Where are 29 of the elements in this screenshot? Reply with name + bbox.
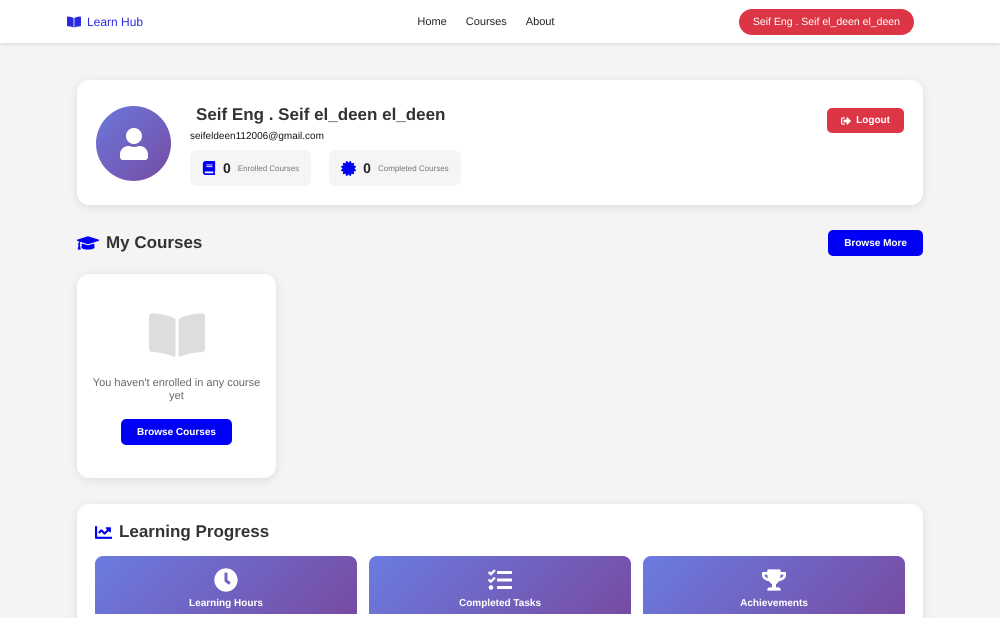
trophy-icon (762, 568, 786, 592)
stat-count: 0 (223, 160, 231, 176)
profile-email: seifeldeen112006@gmail.com (190, 131, 325, 142)
nav-link[interactable]: Home (417, 16, 447, 28)
logout-icon (841, 116, 852, 126)
browse-courses-button[interactable]: Browse Courses (121, 419, 232, 445)
line-chart-icon (95, 524, 112, 540)
stat-label: Completed Courses (378, 164, 449, 172)
browse-more-button[interactable]: Browse More (828, 230, 923, 256)
stat-label: Enrolled Courses (238, 164, 300, 172)
checklist-icon (488, 568, 512, 592)
nav-link[interactable]: About (526, 16, 554, 28)
book-icon (202, 161, 216, 175)
brand-link[interactable]: Learn Hub (67, 14, 144, 28)
section-title: Learning Progress (119, 522, 270, 542)
book-icon (67, 14, 81, 28)
badge-icon (341, 160, 356, 176)
empty-message: You haven't enrolled in any course yet (92, 377, 262, 403)
tile-label: Completed Tasks (458, 598, 542, 609)
user-icon (118, 128, 150, 160)
tile-label: Achievements (740, 598, 808, 609)
section-title: My Courses (106, 233, 202, 253)
logout-button[interactable]: Logout (827, 108, 904, 133)
tile-label: Learning Hours (189, 598, 263, 609)
clock-icon (214, 568, 238, 592)
stat-count: 0 (363, 160, 371, 176)
user-button[interactable]: Seif Eng . Seif el_deen el_deen (738, 8, 914, 34)
profile-name: Seif Eng . Seif el_deen el_deen (196, 105, 446, 125)
nav-link[interactable]: Courses (466, 16, 507, 28)
